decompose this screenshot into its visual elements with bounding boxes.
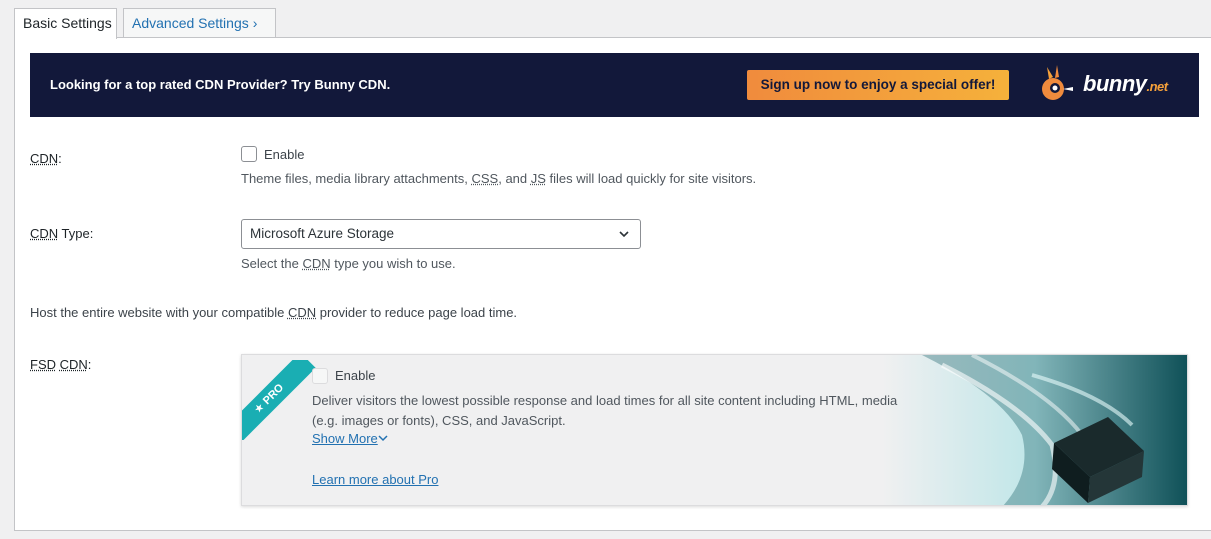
- learn-more-pro-link[interactable]: Learn more about Pro: [312, 472, 438, 487]
- fsd-cdn-enable-checkbox[interactable]: [312, 368, 328, 384]
- bunny-wordmark: bunny.net: [1083, 71, 1168, 96]
- cdn-type-label: CDN Type:: [30, 226, 94, 241]
- fsd-cdn-enable-label[interactable]: Enable: [335, 368, 375, 383]
- chevron-down-icon: [619, 231, 629, 238]
- special-offer-button[interactable]: Sign up now to enjoy a special offer!: [747, 70, 1009, 100]
- w3-pro-artwork: [882, 355, 1187, 505]
- pro-ribbon-text: ★ PRO: [242, 360, 316, 440]
- chevron-right-icon: ›: [252, 15, 258, 31]
- banner-text: Looking for a top rated CDN Provider? Tr…: [50, 77, 391, 92]
- show-more-link[interactable]: Show More: [312, 431, 388, 446]
- settings-panel: Looking for a top rated CDN Provider? Tr…: [14, 37, 1211, 531]
- cdn-type-description: Select the CDN type you wish to use.: [241, 256, 456, 271]
- chevron-down-icon: [378, 435, 388, 442]
- cdn-label: CDN:: [30, 151, 62, 166]
- tab-advanced-label: Advanced Settings: [132, 15, 249, 31]
- cdn-type-select[interactable]: Microsoft Azure Storage: [241, 219, 641, 249]
- cdn-type-selected-value: Microsoft Azure Storage: [250, 226, 395, 241]
- cdn-enable-checkbox[interactable]: [241, 146, 257, 162]
- host-website-text: Host the entire website with your compat…: [30, 305, 518, 320]
- cdn-enable-label[interactable]: Enable: [264, 147, 304, 162]
- fsd-cdn-label: FSD CDN:: [30, 357, 92, 372]
- bunny-cdn-banner: Looking for a top rated CDN Provider? Tr…: [30, 53, 1199, 117]
- fsd-cdn-pro-box: ★ PRO Enable Deliver visitors the lowest…: [241, 354, 1188, 506]
- tab-basic-label: Basic Settings: [23, 15, 112, 31]
- tab-advanced-settings[interactable]: Advanced Settings ›: [123, 8, 276, 38]
- tab-basic-settings[interactable]: Basic Settings: [14, 8, 117, 39]
- bunny-icon: [1042, 65, 1073, 100]
- cdn-description: Theme files, media library attachments, …: [241, 171, 757, 186]
- fsd-cdn-description: Deliver visitors the lowest possible res…: [312, 393, 898, 428]
- bunny-net-logo[interactable]: bunny.net: [1033, 61, 1185, 109]
